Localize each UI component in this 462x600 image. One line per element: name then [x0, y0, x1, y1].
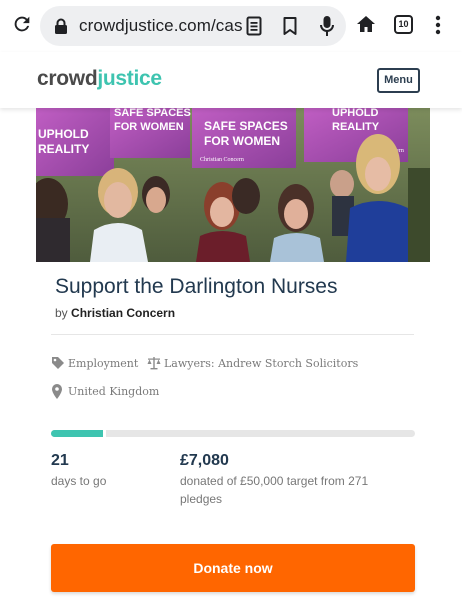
svg-text:SAFE SPACES: SAFE SPACES [204, 119, 288, 133]
progress-separator [102, 430, 106, 437]
svg-text:REALITY: REALITY [38, 142, 89, 156]
reload-icon[interactable] [11, 13, 33, 35]
svg-text:Christian Concern: Christian Concern [200, 157, 244, 163]
home-icon[interactable] [356, 14, 376, 34]
amount-raised-value: £7,080 [180, 452, 229, 469]
organiser-link[interactable]: Christian Concern [71, 306, 175, 320]
protest-sign-1: UPHOLD REALITY [36, 108, 114, 176]
category-tag[interactable]: Employment [51, 356, 151, 372]
donate-now-button[interactable]: Donate now [51, 544, 415, 592]
crowdjustice-logo[interactable]: crowdjustice [37, 67, 162, 91]
amount-raised-label: donated of £50,000 target from 271 pledg… [180, 474, 369, 506]
svg-text:FOR WOMEN: FOR WOMEN [204, 134, 280, 148]
address-bar[interactable]: crowdjustice.com/cas [40, 6, 346, 46]
lawyers-info[interactable]: Lawyers: Andrew Storch Solicitors [147, 356, 367, 372]
byline: by Christian Concern [55, 306, 175, 320]
campaign-hero-image: UPHOLD REALITY SAFE SPACES FOR WOMEN SAF… [36, 108, 430, 262]
url-text[interactable]: crowdjustice.com/cas [79, 16, 243, 36]
protest-sign-2: SAFE SPACES FOR WOMEN [110, 108, 191, 158]
svg-text:REALITY: REALITY [332, 121, 380, 133]
more-vert-icon[interactable] [434, 14, 442, 36]
page-info-icon[interactable] [246, 16, 262, 36]
bookmark-icon[interactable] [282, 16, 298, 36]
mic-icon[interactable] [319, 15, 335, 37]
divider [51, 334, 414, 335]
logo-part-justice: justice [97, 67, 162, 90]
location-info: United Kingdom [51, 384, 171, 400]
browser-toolbar: crowdjustice.com/cas 10 [0, 0, 462, 52]
svg-text:SAFE SPACES: SAFE SPACES [114, 108, 191, 119]
hero-illustration: UPHOLD REALITY SAFE SPACES FOR WOMEN SAF… [36, 108, 430, 262]
svg-text:FOR WOMEN: FOR WOMEN [114, 121, 184, 133]
funding-progress-bar [51, 430, 415, 437]
lock-icon[interactable] [54, 18, 68, 34]
campaign-title: Support the Darlington Nurses [55, 275, 338, 298]
protest-sign-3: SAFE SPACES FOR WOMEN Christian Concern [192, 108, 296, 168]
days-remaining-value: 21 [51, 452, 69, 469]
scales-icon [147, 357, 161, 370]
location-pin-icon [52, 384, 62, 399]
location-label: United Kingdom [68, 385, 160, 398]
site-header: crowdjustice Menu [0, 52, 462, 108]
tabs-icon[interactable]: 10 [394, 15, 413, 34]
logo-part-crowd: crowd [37, 67, 98, 90]
svg-text:UPHOLD: UPHOLD [38, 127, 89, 141]
category-label: Employment [68, 357, 139, 370]
funding-progress-fill [51, 430, 103, 437]
lawyers-label: Lawyers: Andrew Storch Solicitors [164, 357, 359, 370]
days-remaining-label: days to go [51, 474, 107, 488]
tag-icon [52, 357, 64, 369]
byline-prefix: by [55, 306, 68, 320]
svg-text:UPHOLD: UPHOLD [332, 108, 379, 119]
menu-button[interactable]: Menu [377, 68, 420, 93]
